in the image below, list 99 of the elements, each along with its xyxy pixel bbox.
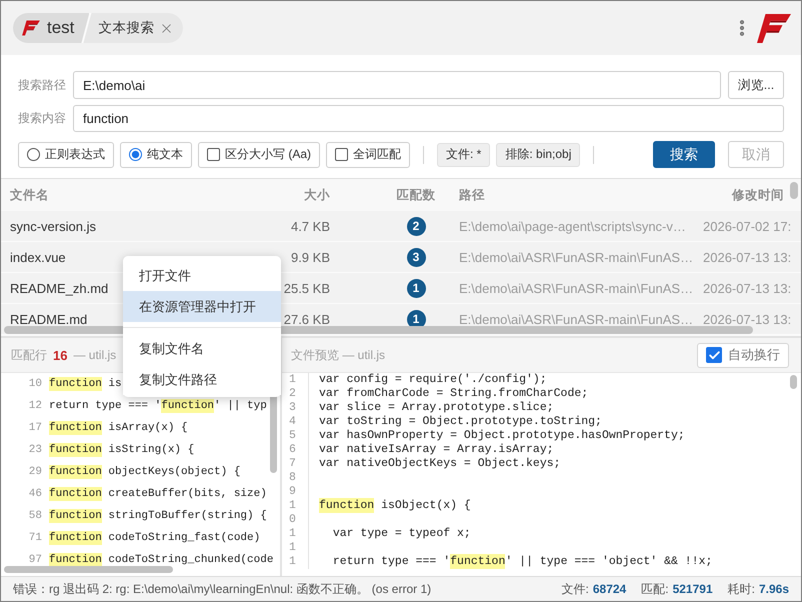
file-name: — util.js (73, 348, 116, 362)
code-line: var nativeObjectKeys = Object.keys; (319, 456, 561, 471)
line-number: 9 (289, 485, 296, 499)
logo-icon (757, 12, 791, 44)
stat-value: 7.96s (758, 582, 789, 596)
code-line: function isObject(x) { (319, 498, 471, 513)
line-number: 58 (28, 510, 42, 522)
code-line: var type = typeof x; (332, 526, 471, 541)
line-number: 8 (289, 471, 296, 485)
logo-icon (22, 20, 40, 36)
error-message: 错误：rg 退出码 2: rg: E:\demo\ai\my\learningEn\nul: 函数不正确。 (os error 1) (13, 580, 432, 598)
checkbox-icon[interactable] (335, 148, 348, 161)
line-number: 2 (289, 387, 296, 401)
code-line[interactable]: function stringToBuffer(string) { (49, 510, 267, 522)
file-path: E:\demo\ai\page-agent\scripts\sync-v… (459, 218, 686, 234)
match-count: 16 (53, 348, 68, 362)
radio-option[interactable]: 纯文本 (120, 142, 192, 168)
modified-time: 2026-07-13 13: (703, 250, 792, 264)
line-number: 1 (289, 373, 296, 387)
code-line[interactable]: function codeToString_chunked(code (49, 554, 274, 566)
line-number: 97 (28, 554, 42, 566)
app-tab[interactable]: test (13, 13, 90, 43)
menu-item[interactable]: 复制文件名 (123, 333, 281, 364)
filter-chip[interactable]: 文件: * (437, 142, 490, 166)
checkbox-option[interactable]: 区分大小写 (Aa) (198, 142, 320, 168)
radio-option[interactable]: 正则表达式 (18, 142, 114, 168)
code-line: var slice = Array.prototype.slice; (319, 400, 554, 415)
file-name: README.md (10, 312, 88, 326)
table-row[interactable]: sync-version.js 4.7 KB 2 E:\demo\ai\page-agent\scripts\sync-v… 2026-07-02 17: (1, 211, 801, 242)
file-size: 4.7 KB (290, 218, 330, 234)
browse-button[interactable]: 浏览... (728, 71, 784, 99)
wrap-toggle[interactable]: 自动换行 (697, 342, 789, 368)
radio-icon[interactable] (27, 148, 40, 161)
match-count-badge: 3 (406, 248, 426, 266)
line-number: 3 (289, 401, 296, 415)
stat-label: 耗时: (728, 580, 755, 598)
pane-title: 文件预览 — util.js (291, 346, 386, 364)
line-number: 23 (28, 444, 42, 456)
match-count-badge: 2 (406, 216, 426, 236)
code-line[interactable]: function createBuffer(bits, size) (49, 488, 267, 500)
code-line: var toString = Object.prototype.toString; (319, 414, 602, 429)
search-input[interactable]: function (73, 105, 784, 132)
code-line: var hasOwnProperty = Object.prototype.hasOwnProperty; (319, 428, 685, 443)
field-label: 搜索路径 (18, 76, 66, 94)
line-number: 10 (289, 499, 296, 527)
checkbox-option[interactable]: 全词匹配 (326, 142, 410, 168)
file-path: E:\demo\ai\ASR\FunASR-main\FunAS… (459, 312, 694, 326)
search-button[interactable]: 搜索 (653, 141, 715, 168)
stat-value: 521791 (672, 582, 713, 596)
menu-item[interactable]: 打开文件 (123, 260, 281, 291)
line-number: 46 (28, 488, 42, 500)
file-size: 9.9 KB (290, 250, 330, 264)
line-number: 4 (289, 415, 296, 429)
stat-label: 匹配: (641, 580, 669, 598)
code-line[interactable]: return type === 'function' || typ (49, 400, 267, 412)
menu-item[interactable]: 在资源管理器中打开 (123, 291, 281, 322)
code-line: return type === 'function' || type === 'object' && !!x; (332, 554, 712, 569)
modified-time: 2026-07-13 13: (703, 312, 792, 326)
file-name: index.vue (10, 250, 66, 264)
pane-title: 匹配行 (11, 346, 47, 364)
file-name: sync-version.js (10, 218, 96, 234)
file-name: README_zh.md (10, 280, 108, 296)
code-line[interactable]: function codeToString_fast(code) (49, 532, 260, 544)
line-number: 5 (289, 429, 296, 443)
code-line: var nativeIsArray = Array.isArray; (319, 442, 554, 457)
line-number: 6 (289, 443, 296, 457)
modified-time: 2026-07-13 13: (703, 280, 792, 296)
line-number: 71 (28, 532, 42, 544)
scrollbar-thumb[interactable] (4, 566, 173, 573)
line-number: 11 (289, 527, 296, 555)
file-size: 27.6 KB (284, 312, 330, 326)
line-number: 7 (289, 457, 296, 471)
stat-value: 68724 (592, 582, 626, 596)
code-line[interactable]: function isString(x) { (49, 444, 194, 456)
menu-item[interactable]: 复制文件路径 (123, 364, 281, 395)
code-line: var fromCharCode = String.fromCharCode; (319, 386, 588, 401)
modified-time: 2026-07-02 17: (703, 218, 792, 234)
path-input[interactable]: E:\demo\ai (73, 71, 721, 99)
code-line[interactable]: function isArray(x) { (49, 422, 188, 434)
line-number: 29 (28, 466, 42, 478)
line-number: 1 (289, 555, 296, 569)
line-number: 12 (28, 400, 42, 412)
line-number: 10 (28, 378, 42, 390)
file-path: E:\demo\ai\ASR\FunASR-main\FunAS… (459, 280, 694, 296)
checkbox-icon[interactable] (706, 347, 722, 363)
field-label: 搜索内容 (18, 110, 66, 127)
scrollbar-thumb[interactable] (790, 182, 798, 199)
match-count-badge: 1 (406, 278, 426, 298)
code-line[interactable]: function objectKeys(object) { (49, 466, 240, 478)
radio-icon[interactable] (129, 148, 142, 161)
stat-label: 文件: (562, 580, 589, 598)
file-size: 25.5 KB (284, 280, 330, 296)
filter-chip[interactable]: 排除: bin;obj (496, 142, 580, 166)
page-tab[interactable]: 文本搜索 (83, 13, 184, 43)
checkbox-icon[interactable] (207, 148, 220, 161)
line-number: 17 (28, 422, 42, 434)
file-path: E:\demo\ai\ASR\FunASR-main\FunAS… (459, 250, 694, 264)
code-line: var config = require('./config'); (319, 373, 547, 387)
scrollbar-thumb[interactable] (790, 375, 797, 389)
